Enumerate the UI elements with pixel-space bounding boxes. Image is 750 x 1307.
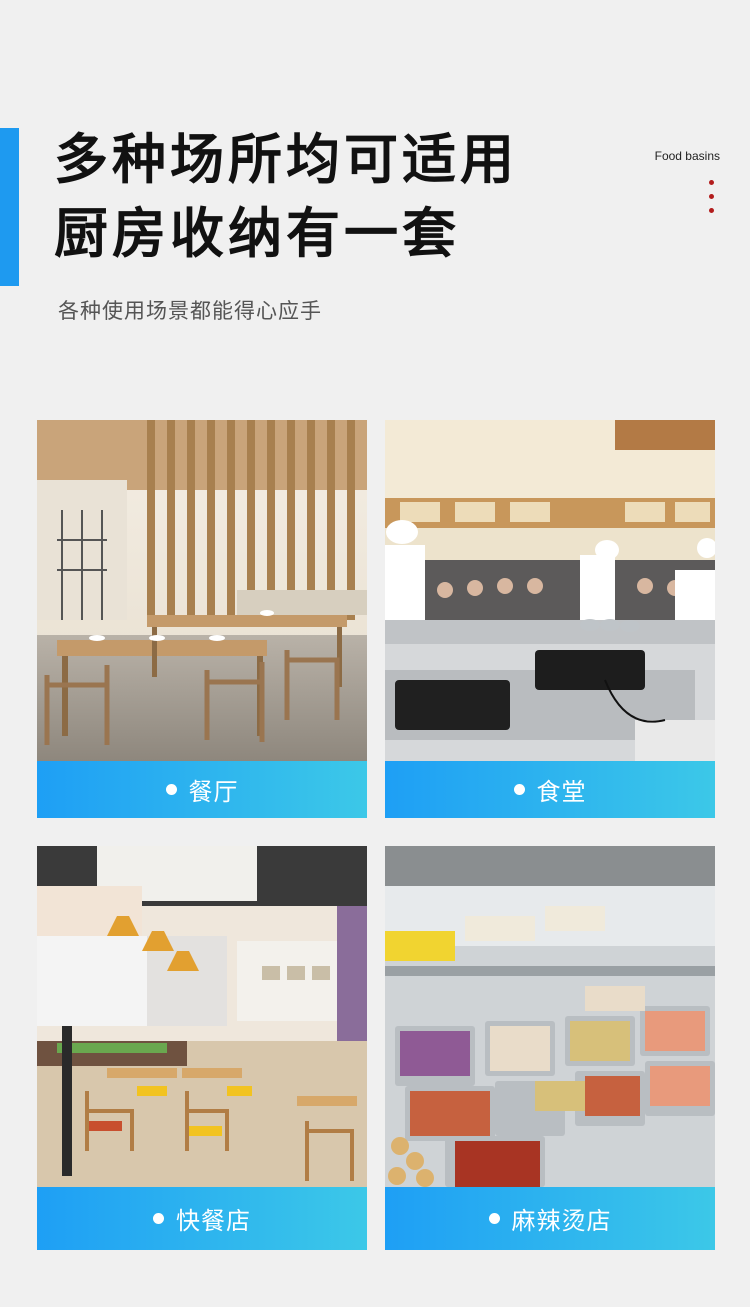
headline-line-2: 厨房收纳有一套: [54, 202, 460, 265]
scene-card-canteen: 食堂: [385, 420, 715, 818]
headline-line-1: 多种场所均可适用: [54, 128, 518, 191]
scene-label: 餐厅: [188, 778, 239, 806]
dot: [709, 208, 714, 213]
bullet-icon: [165, 784, 177, 795]
scene-label-bar: 快餐店: [37, 1187, 367, 1250]
scene-label-bar: 麻辣烫店: [385, 1187, 715, 1250]
bullet-icon: [488, 1213, 500, 1224]
decorative-dots: [709, 180, 715, 222]
restaurant-photo: [37, 420, 367, 761]
accent-bar: [0, 128, 19, 286]
scene-label-bar: 餐厅: [37, 761, 367, 818]
dot: [709, 180, 714, 185]
scene-label: 食堂: [536, 778, 587, 806]
fast-food-photo: [37, 846, 367, 1187]
canteen-photo: [385, 420, 715, 761]
bullet-icon: [513, 784, 525, 795]
dot: [709, 194, 714, 199]
scene-label: 快餐店: [176, 1207, 251, 1235]
scene-card-malatang: 麻辣烫店: [385, 846, 715, 1250]
scene-card-restaurant: 餐厅: [37, 420, 367, 818]
brand-label: Food basins: [654, 149, 720, 163]
bullet-icon: [153, 1213, 164, 1224]
scene-label: 麻辣烫店: [511, 1207, 612, 1235]
scene-card-fast-food: 快餐店: [37, 846, 367, 1250]
page: 多种场所均可适用 厨房收纳有一套 各种使用场景都能得心应手 Food basin…: [0, 0, 750, 1307]
subtitle: 各种使用场景都能得心应手: [58, 299, 322, 323]
malatang-photo: [385, 846, 715, 1187]
scene-label-bar: 食堂: [385, 761, 715, 818]
